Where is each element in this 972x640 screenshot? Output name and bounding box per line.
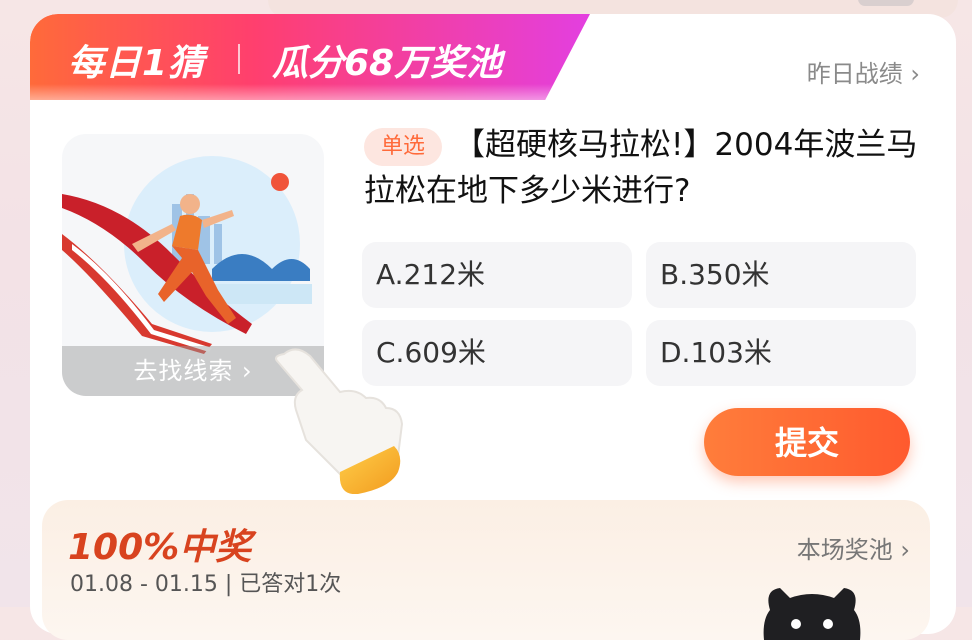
prize-subtitle: 01.08 - 01.15 | 已答对1次 (70, 572, 342, 597)
submit-button[interactable]: 提交 (704, 408, 910, 476)
option-c[interactable]: C.609米 (362, 320, 632, 386)
top-pill (858, 0, 914, 6)
banner-divider (238, 44, 240, 74)
question-text: 【超硬核马拉松!】2004年波兰马拉松在地下多少米进行? (364, 127, 918, 209)
yesterday-results-link[interactable]: 昨日战绩 › (807, 54, 920, 89)
banner-title: 每日1猜 (68, 43, 206, 84)
prize-pool-link[interactable]: 本场奖池 › (797, 530, 910, 565)
option-d[interactable]: D.103米 (646, 320, 916, 386)
option-a[interactable]: A.212米 (362, 242, 632, 308)
prize-pool-card: 100%中奖 01.08 - 01.15 | 已答对1次 本场奖池 › (42, 500, 930, 640)
mascot-icon (763, 588, 861, 640)
option-b[interactable]: B.350米 (646, 242, 916, 308)
prize-title: 100%中奖 (68, 527, 252, 568)
banner-subtitle: 瓜分68万奖池 (272, 43, 503, 84)
